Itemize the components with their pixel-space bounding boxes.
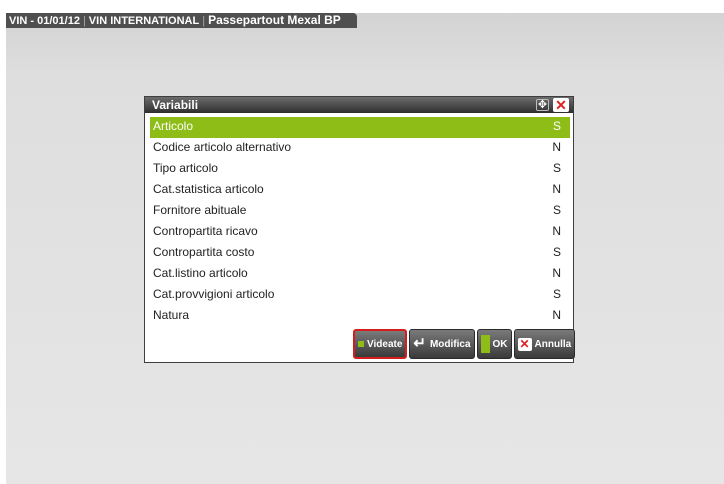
list-item[interactable]: Contropartita ricavo N: [150, 222, 570, 243]
company-name: VIN INTERNATIONAL: [88, 15, 200, 27]
dialog-header: Variabili ✥ ✕: [145, 97, 573, 113]
green-bar-icon: [480, 335, 490, 353]
ok-button[interactable]: OK: [476, 329, 512, 359]
move-icon[interactable]: ✥: [536, 99, 549, 111]
variable-label: Articolo: [153, 119, 194, 133]
list-item[interactable]: Cat.listino articolo N: [150, 264, 570, 285]
variable-value: N: [552, 224, 561, 238]
list-item[interactable]: Articolo S: [150, 117, 570, 138]
close-icon[interactable]: ✕: [553, 98, 569, 112]
variable-label: Cat.provvigioni articolo: [153, 287, 275, 301]
modifica-label: Modifica: [429, 338, 471, 350]
variable-value: N: [552, 308, 561, 322]
variable-value: S: [552, 119, 561, 133]
title-separator: |: [202, 15, 206, 27]
window-title-bar: VIN - 01/01/12 | VIN INTERNATIONAL | Passepa…: [6, 13, 357, 28]
title-code: VIN - 01/01/12: [9, 15, 80, 27]
dialog-toolbar: Videate ↵ Modifica OK ✕ Annulla: [353, 329, 577, 359]
list-item[interactable]: Tipo articolo S: [150, 159, 570, 180]
variable-label: Cat.statistica articolo: [153, 182, 264, 196]
variable-label: Contropartita ricavo: [153, 224, 258, 238]
list-item[interactable]: Fornitore abituale S: [150, 201, 570, 222]
videate-button[interactable]: Videate: [353, 329, 408, 359]
videate-label: Videate: [367, 338, 403, 350]
list-item[interactable]: Natura N: [150, 306, 570, 327]
variabili-dialog: Variabili ✥ ✕ Articolo S Codice articolo…: [144, 96, 577, 363]
ok-label: OK: [492, 338, 508, 350]
green-square-icon: [358, 341, 364, 347]
variable-label: Natura: [153, 308, 190, 322]
variable-label: Contropartita costo: [153, 245, 255, 259]
title-separator: |: [82, 15, 86, 27]
list-item[interactable]: Cat.statistica articolo N: [150, 180, 570, 201]
modifica-button[interactable]: ↵ Modifica: [409, 329, 475, 359]
variable-value: N: [552, 182, 561, 196]
product-name: Passepartout Mexal BP: [208, 13, 341, 27]
variable-label: Fornitore abituale: [153, 203, 247, 217]
enter-key-icon: ↵: [413, 335, 426, 352]
variable-label: Codice articolo alternativo: [153, 140, 292, 154]
annulla-button[interactable]: ✕ Annulla: [513, 329, 576, 359]
list-item[interactable]: Contropartita costo S: [150, 243, 570, 264]
red-x-icon: ✕: [517, 336, 532, 351]
variable-label: Cat.listino articolo: [153, 266, 248, 280]
variable-value: S: [552, 203, 561, 217]
variables-list: Articolo S Codice articolo alternativo N…: [150, 117, 570, 327]
annulla-label: Annulla: [534, 338, 572, 350]
list-item[interactable]: Cat.provvigioni articolo S: [150, 285, 570, 306]
variable-value: S: [552, 287, 561, 301]
variable-value: N: [552, 140, 561, 154]
variable-value: S: [552, 245, 561, 259]
dialog-title: Variabili: [152, 98, 199, 112]
variable-value: N: [552, 266, 561, 280]
variable-label: Tipo articolo: [153, 161, 218, 175]
list-item[interactable]: Codice articolo alternativo N: [150, 138, 570, 159]
variable-value: S: [552, 161, 561, 175]
